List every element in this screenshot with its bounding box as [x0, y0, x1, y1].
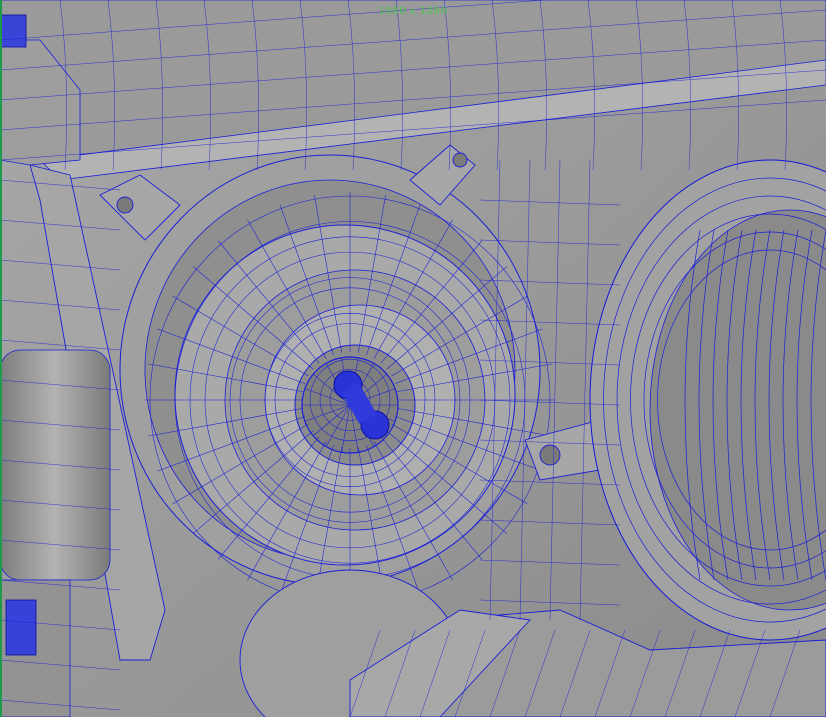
top-knob [0, 14, 27, 48]
maya-viewport[interactable]: 1080 x 1080 [0, 0, 826, 717]
wireframe-model[interactable] [0, 0, 826, 717]
lower-knob [5, 599, 37, 656]
viewport-axis-line [0, 0, 2, 717]
